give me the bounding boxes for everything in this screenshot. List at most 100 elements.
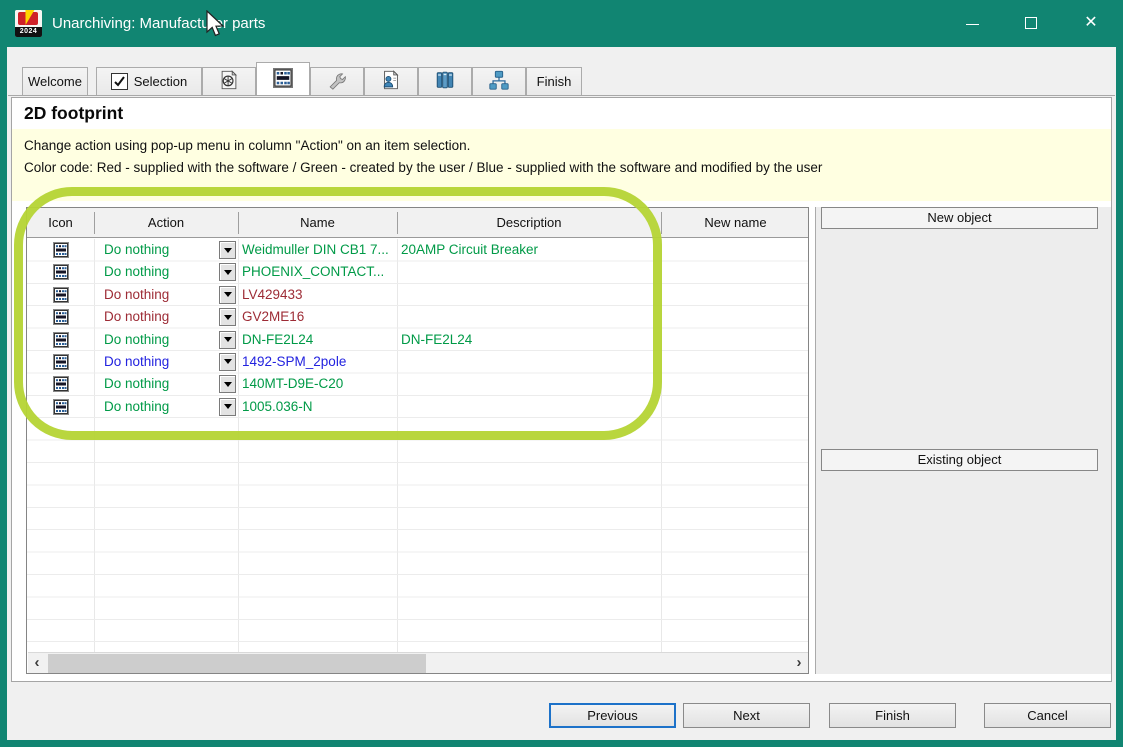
column-header-new-name[interactable]: New name [661,208,810,238]
tab-books[interactable] [418,67,472,95]
tab-selection-label: Selection [134,74,187,89]
table-row[interactable]: Do nothing 1492-SPM_2pole [27,351,808,373]
action-value: Do nothing [104,351,169,373]
next-button[interactable]: Next [683,703,810,728]
name-cell: Weidmuller DIN CB1 7... [242,239,394,261]
table-header: Icon Action Name Description New name [27,208,808,238]
action-value: Do nothing [104,396,169,418]
column-divider [94,212,95,234]
scrollbar-thumb[interactable] [48,654,426,673]
tab-footprint[interactable] [256,62,310,95]
dropdown-arrow-icon [224,337,232,342]
scroll-right-icon[interactable]: › [790,653,808,674]
minimize-icon [966,24,979,25]
footprint-icon [53,309,69,325]
column-divider [397,212,398,234]
page-title: 2D footprint [24,103,123,124]
action-dropdown-button[interactable] [219,241,236,259]
tab-hierarchy[interactable] [472,67,526,95]
dropdown-arrow-icon [224,292,232,297]
action-dropdown-button[interactable] [219,286,236,304]
new-object-header: New object [821,207,1098,229]
instructions-box: Change action using pop-up menu in colum… [12,129,1111,201]
description-cell [401,351,659,373]
description-cell: DN-FE2L24 [401,329,659,351]
table-row[interactable]: Do nothing LV429433 [27,284,808,306]
previous-button[interactable]: Previous [549,703,676,728]
cancel-button[interactable]: Cancel [984,703,1111,728]
application-window: 2024 Unarchiving: Manufacturer parts ✕ W… [0,0,1123,747]
name-cell: DN-FE2L24 [242,329,394,351]
app-icon: 2024 [15,10,42,37]
column-header-action[interactable]: Action [94,208,238,238]
description-cell: 20AMP Circuit Breaker [401,239,659,261]
action-value: Do nothing [104,284,169,306]
description-cell [401,373,659,395]
person-document-icon [380,69,402,94]
app-icon-glyph [15,10,42,28]
tab-selection[interactable]: Selection [96,67,202,95]
action-dropdown-button[interactable] [219,353,236,371]
action-dropdown-button[interactable] [219,308,236,326]
horizontal-scrollbar[interactable]: ‹ › [28,652,808,673]
table-row[interactable]: Do nothing GV2ME16 [27,306,808,328]
wrench-icon [326,69,348,94]
table-row[interactable]: Do nothing 1005.036-N [27,396,808,418]
action-value: Do nothing [104,373,169,395]
dropdown-arrow-icon [224,270,232,275]
name-cell: 1492-SPM_2pole [242,351,394,373]
dropdown-arrow-icon [224,382,232,387]
table-row[interactable]: Do nothing Weidmuller DIN CB1 7... 20AMP… [27,239,808,261]
finish-button[interactable]: Finish [829,703,956,728]
close-icon: ✕ [1084,14,1097,31]
footprint-icon [53,376,69,392]
books-icon [434,69,456,94]
name-cell: LV429433 [242,284,394,306]
close-button[interactable]: ✕ [1074,8,1108,38]
maximize-button[interactable] [1014,8,1048,38]
name-cell: GV2ME16 [242,306,394,328]
tab-wrench[interactable] [310,67,364,95]
table-row[interactable]: Do nothing PHOENIX_CONTACT... [27,261,808,283]
minimize-button[interactable] [955,8,989,38]
tab-strip-divider [8,95,1115,96]
action-dropdown-button[interactable] [219,375,236,393]
tab-person-document[interactable] [364,67,418,95]
footprint-icon [53,242,69,258]
column-header-description[interactable]: Description [397,208,661,238]
name-cell: 140MT-D9E-C20 [242,373,394,395]
tab-finish[interactable]: Finish [526,67,582,95]
window-title: Unarchiving: Manufacturer parts [52,0,265,47]
mouse-cursor [205,10,227,45]
description-cell [401,396,659,418]
description-cell [401,284,659,306]
instruction-line-2: Color code: Red - supplied with the soft… [24,157,1111,179]
tab-welcome-label: Welcome [28,74,82,89]
table-row[interactable]: Do nothing 140MT-D9E-C20 [27,373,808,395]
title-bar[interactable]: 2024 Unarchiving: Manufacturer parts ✕ [0,0,1123,47]
column-header-icon[interactable]: Icon [27,208,94,238]
name-cell: PHOENIX_CONTACT... [242,261,394,283]
column-divider [238,212,239,234]
dropdown-arrow-icon [224,248,232,253]
scroll-left-icon[interactable]: ‹ [28,653,46,674]
action-dropdown-button[interactable] [219,263,236,281]
table-row[interactable]: Do nothing DN-FE2L24 DN-FE2L24 [27,329,808,351]
column-header-name[interactable]: Name [238,208,397,238]
tab-symbol[interactable] [202,67,256,95]
action-dropdown-button[interactable] [219,331,236,349]
action-dropdown-button[interactable] [219,398,236,416]
preview-panel: New object Existing object [815,207,1111,674]
maximize-icon [1025,17,1037,29]
hierarchy-icon [488,69,510,94]
existing-object-header: Existing object [821,449,1098,471]
footprint-icon [53,354,69,370]
action-value: Do nothing [104,306,169,328]
tab-welcome[interactable]: Welcome [22,67,88,95]
dropdown-arrow-icon [224,404,232,409]
instruction-line-1: Change action using pop-up menu in colum… [24,135,1111,157]
checkbox-checked-icon [111,73,128,90]
tab-finish-label: Finish [537,74,572,89]
symbol-document-icon [218,69,240,94]
footprint-icon [53,264,69,280]
